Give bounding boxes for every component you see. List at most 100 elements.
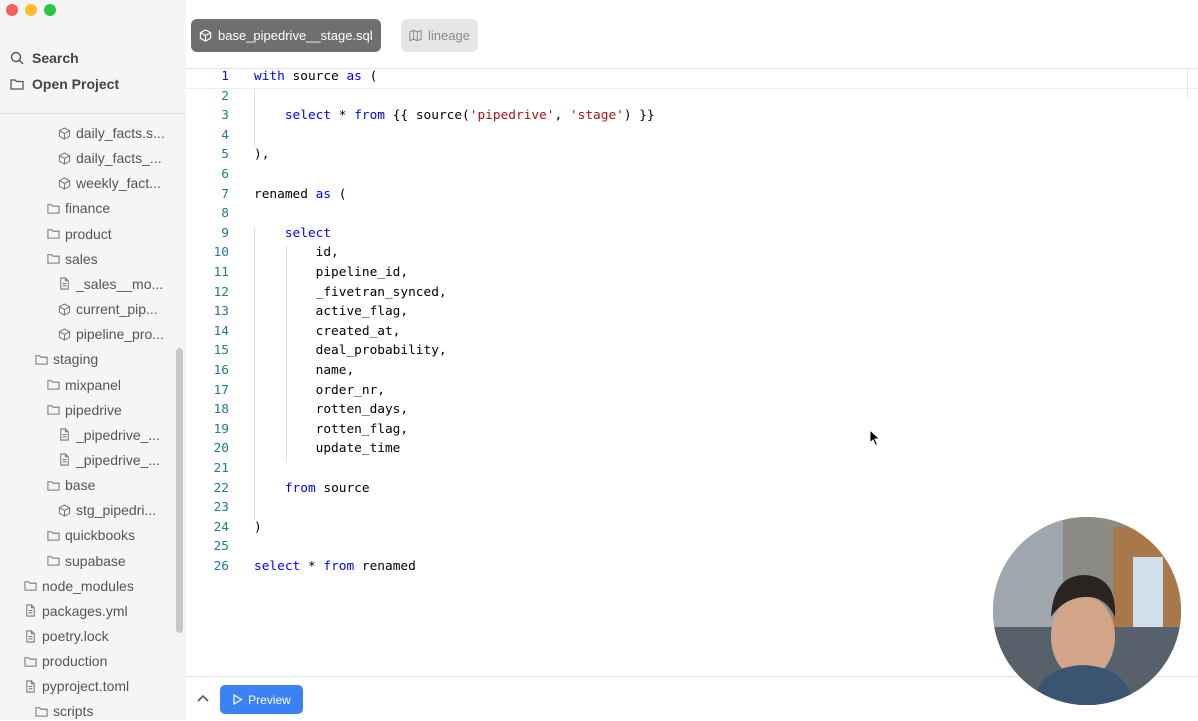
open-project-button[interactable]: Open Project bbox=[10, 76, 119, 92]
code-text: renamed as ( bbox=[254, 185, 346, 205]
close-window-button[interactable] bbox=[6, 4, 18, 16]
model-cube-icon bbox=[58, 328, 71, 341]
tab-lineage[interactable]: lineage bbox=[401, 19, 478, 52]
code-text: ) bbox=[254, 518, 262, 538]
tree-item-label: poetry.lock bbox=[42, 628, 109, 644]
line-number: 26 bbox=[213, 559, 229, 574]
play-icon bbox=[233, 694, 243, 705]
line-number: 14 bbox=[213, 323, 229, 339]
line-number: 23 bbox=[213, 500, 229, 516]
sql-keyword: from bbox=[354, 108, 386, 124]
code-text: with source as ( bbox=[254, 67, 377, 87]
tree-item[interactable]: staging bbox=[35, 348, 98, 370]
file-icon bbox=[60, 453, 69, 467]
tree-item[interactable]: pipeline_pro... bbox=[58, 323, 164, 345]
folder-icon bbox=[35, 707, 48, 717]
line-number: 24 bbox=[213, 519, 229, 535]
folder-icon bbox=[35, 355, 48, 365]
code-token: ), bbox=[254, 147, 270, 163]
code-token: source bbox=[315, 480, 370, 496]
tree-item[interactable]: current_pip... bbox=[58, 298, 158, 320]
tree-item-label: supabase bbox=[65, 552, 126, 569]
line-number: 18 bbox=[213, 402, 229, 418]
tree-item[interactable]: mixpanel bbox=[47, 374, 121, 396]
tree-item[interactable]: product bbox=[47, 223, 112, 245]
code-text: deal_probability, bbox=[254, 341, 447, 361]
webcam-overlay bbox=[993, 517, 1181, 705]
tree-item[interactable]: sales bbox=[47, 248, 98, 270]
folder-icon bbox=[24, 581, 37, 591]
code-text: select * from {{ source('pipedrive', 'st… bbox=[254, 106, 655, 126]
tree-item-label: scripts bbox=[53, 703, 94, 720]
code-token: created_at, bbox=[254, 323, 401, 339]
tree-item-label: packages.yml bbox=[42, 602, 128, 619]
line-number: 7 bbox=[221, 186, 229, 202]
preview-button[interactable]: Preview bbox=[220, 685, 303, 714]
tree-item[interactable]: scripts bbox=[35, 700, 93, 720]
tree-item[interactable]: stg_pipedri... bbox=[58, 499, 156, 521]
line-number: 1 bbox=[221, 69, 229, 84]
editor-scrollbar[interactable] bbox=[1187, 68, 1198, 98]
expand-panel-button[interactable] bbox=[194, 689, 212, 707]
code-token: , bbox=[554, 108, 570, 124]
tree-item[interactable]: production bbox=[24, 650, 107, 672]
sql-string: 'pipedrive' bbox=[469, 108, 555, 124]
tree-item[interactable]: _pipedrive_... bbox=[58, 424, 160, 446]
code-token: {{ source( bbox=[385, 108, 470, 124]
tree-item-label: pipedrive bbox=[65, 401, 122, 418]
tree-item[interactable]: pipedrive bbox=[47, 399, 122, 421]
tree-item[interactable]: weekly_fact... bbox=[58, 172, 161, 194]
code-token: * bbox=[300, 559, 324, 574]
maximize-window-button[interactable] bbox=[44, 4, 56, 16]
line-number: 6 bbox=[221, 167, 229, 182]
code-token: update_time bbox=[254, 441, 401, 457]
model-cube-icon bbox=[58, 126, 71, 140]
code-token: rotten_flag, bbox=[254, 421, 409, 437]
model-cube-icon bbox=[58, 504, 71, 517]
sql-string: 'stage' bbox=[569, 108, 624, 124]
code-text: select * from renamed bbox=[254, 557, 416, 577]
tree-item[interactable]: pyproject.toml bbox=[24, 675, 129, 697]
line-number: 16 bbox=[213, 363, 229, 378]
sidebar: Search Open Project daily_facts.s...dail… bbox=[0, 0, 186, 720]
tree-item-label: staging bbox=[53, 351, 99, 368]
tree-item[interactable]: finance bbox=[47, 197, 110, 219]
tree-item[interactable]: _sales__mo... bbox=[58, 273, 163, 295]
tree-item[interactable]: daily_facts_... bbox=[58, 147, 162, 169]
tab-base-pipedrive-stage[interactable]: base_pipedrive__stage.sql bbox=[191, 19, 381, 52]
tree-item-label: weekly_fact... bbox=[76, 175, 161, 192]
folder-icon bbox=[10, 79, 24, 90]
line-number: 12 bbox=[213, 284, 229, 300]
tree-item[interactable]: node_modules bbox=[24, 575, 134, 597]
tab-label: lineage bbox=[428, 28, 470, 43]
folder-icon bbox=[47, 254, 60, 264]
code-text: select bbox=[254, 224, 331, 244]
tree-item[interactable]: base bbox=[47, 474, 95, 496]
code-token: rotten_days, bbox=[254, 402, 409, 418]
tree-item[interactable]: _pipedrive_... bbox=[58, 449, 160, 471]
minimize-window-button[interactable] bbox=[25, 4, 37, 16]
sidebar-scrollbar[interactable] bbox=[176, 348, 183, 633]
tree-item[interactable]: packages.yml bbox=[24, 600, 128, 622]
tree-item-label: production bbox=[42, 653, 108, 670]
code-token: ( bbox=[331, 186, 347, 202]
tree-item-label: current_pip... bbox=[76, 301, 158, 318]
tree-item[interactable]: poetry.lock bbox=[24, 625, 109, 647]
tree-item[interactable]: daily_facts.s... bbox=[58, 122, 165, 144]
line-number: 9 bbox=[221, 225, 229, 241]
search-button[interactable]: Search bbox=[10, 50, 79, 66]
folder-icon bbox=[47, 531, 60, 541]
sql-keyword: select bbox=[284, 225, 332, 241]
tree-item[interactable]: quickbooks bbox=[47, 524, 135, 546]
tree-item[interactable]: supabase bbox=[47, 550, 126, 572]
sql-keyword: as bbox=[315, 186, 332, 202]
tree-item-label: _pipedrive_... bbox=[76, 451, 161, 468]
tree-item-label: base bbox=[65, 477, 96, 494]
code-text: _fivetran_synced, bbox=[254, 283, 447, 303]
code-token: source bbox=[284, 69, 347, 84]
tree-item-label: _pipedrive_... bbox=[76, 426, 161, 443]
file-icon bbox=[26, 629, 35, 643]
